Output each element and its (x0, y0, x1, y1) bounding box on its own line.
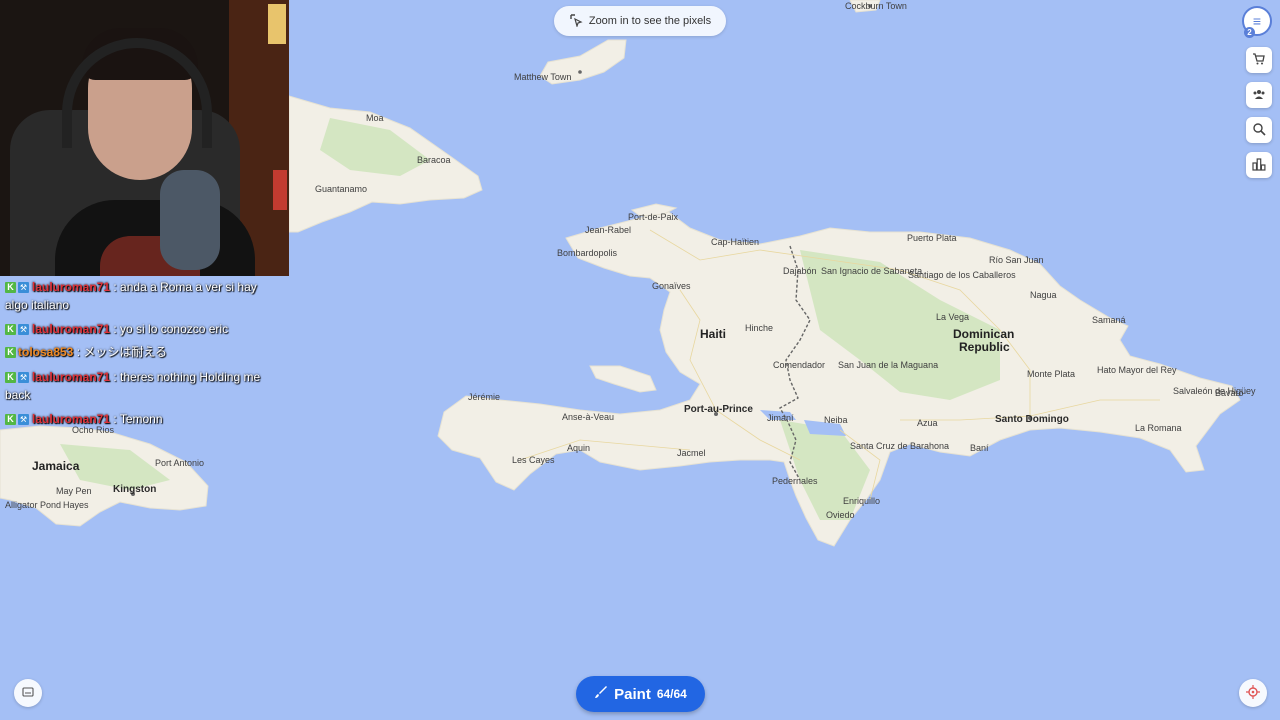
svg-text:Port Antonio: Port Antonio (155, 458, 204, 468)
svg-text:Aquin: Aquin (567, 443, 590, 453)
wrench-badge-icon: ⚒ (18, 324, 29, 336)
svg-text:Port-au-Prince: Port-au-Prince (684, 404, 753, 415)
keyboard-button[interactable] (14, 679, 42, 707)
svg-text:Monte Plata: Monte Plata (1027, 369, 1075, 379)
notification-badge: 2 (1244, 27, 1255, 38)
svg-text:Baní: Baní (970, 443, 989, 453)
chat-message: K ⚒ lauluroman71 : anda a Roma a ver si ha… (5, 278, 275, 314)
kick-badge-icon: K (5, 282, 16, 294)
svg-text:Azua: Azua (917, 418, 938, 428)
wrench-badge-icon: ⚒ (18, 372, 29, 384)
svg-text:San Juan de la Maguana: San Juan de la Maguana (838, 360, 938, 370)
svg-text:Hayes: Hayes (63, 500, 89, 510)
svg-text:Comendador: Comendador (773, 360, 825, 370)
svg-text:Guantanamo: Guantanamo (315, 184, 367, 194)
svg-text:Enriquillo: Enriquillo (843, 496, 880, 506)
search-button[interactable] (1246, 117, 1272, 143)
svg-text:May Pen: May Pen (56, 486, 92, 496)
chat-message: K ⚒ lauluroman71 : yo si lo conozco eric (5, 320, 275, 338)
kick-badge-icon: K (5, 372, 16, 384)
kick-badge-icon: K (5, 347, 16, 359)
svg-text:Río San Juan: Río San Juan (989, 255, 1044, 265)
wrench-badge-icon: ⚒ (18, 282, 29, 294)
locate-icon (1246, 684, 1260, 702)
svg-text:Baracoa: Baracoa (417, 155, 451, 165)
svg-text:La Vega: La Vega (936, 312, 969, 322)
cart-icon (1252, 52, 1266, 69)
svg-text:Jamaica: Jamaica (32, 459, 80, 473)
chat-username: lauluroman71 (32, 322, 111, 336)
paint-charges: 64/64 (656, 687, 687, 701)
chat-username: lauluroman71 (32, 280, 111, 294)
webcam-background-note (268, 4, 286, 44)
keyboard-icon (22, 686, 34, 701)
svg-text:Santo Domingo: Santo Domingo (995, 414, 1069, 425)
svg-text:La Romana: La Romana (1135, 423, 1182, 433)
webcam-background-object (273, 170, 287, 210)
svg-text:Hato Mayor del Rey: Hato Mayor del Rey (1097, 365, 1177, 375)
chat-username: lauluroman71 (32, 412, 111, 426)
svg-text:Bombardopolis: Bombardopolis (557, 248, 618, 258)
leaderboard-button[interactable] (1246, 152, 1272, 178)
kick-badge-icon: K (5, 324, 16, 336)
svg-text:Oviedo: Oviedo (826, 510, 855, 520)
kick-badge-icon: K (5, 414, 16, 426)
chat-username: tolosa853 (18, 345, 74, 359)
svg-text:Matthew Town: Matthew Town (514, 72, 571, 82)
alliance-button[interactable] (1246, 82, 1272, 108)
zoom-hint-text: Zoom in to see the pixels (588, 15, 712, 27)
svg-text:Puerto Plata: Puerto Plata (907, 233, 957, 243)
svg-text:Haiti: Haiti (700, 327, 726, 341)
brush-icon (594, 685, 608, 704)
chat-message: K ⚒ lauluroman71 : theres nothing Holding … (5, 368, 275, 404)
svg-text:Bávaro: Bávaro (1215, 388, 1244, 398)
zoom-pointer-icon (569, 13, 583, 30)
svg-text:Republic: Republic (959, 340, 1010, 354)
locate-button[interactable] (1239, 679, 1267, 707)
svg-text:Cockburn Town: Cockburn Town (845, 1, 907, 11)
svg-text:Les Cayes: Les Cayes (512, 455, 555, 465)
svg-text:Port-de-Paix: Port-de-Paix (628, 212, 679, 222)
svg-text:Anse-à-Veau: Anse-à-Veau (562, 412, 614, 422)
svg-text:Jérémie: Jérémie (468, 392, 500, 402)
zoom-hint-pill: Zoom in to see the pixels (554, 6, 726, 36)
svg-text:Hinche: Hinche (745, 323, 773, 333)
webcam-microphone (160, 170, 220, 270)
svg-text:Dajabón: Dajabón (783, 266, 817, 276)
svg-text:Kingston: Kingston (113, 484, 156, 495)
search-globe-icon (1252, 122, 1266, 139)
chat-text: : yo si lo conozco eric (113, 322, 229, 336)
svg-text:Jimaní: Jimaní (767, 413, 794, 423)
svg-text:Gonaïves: Gonaïves (652, 281, 691, 291)
svg-text:Dominican: Dominican (953, 327, 1014, 341)
svg-text:Moa: Moa (366, 113, 384, 123)
svg-text:Pedernales: Pedernales (772, 476, 818, 486)
paint-label: Paint (614, 685, 651, 703)
svg-text:Santiago de los Caballeros: Santiago de los Caballeros (908, 270, 1016, 280)
svg-text:Santa Cruz de Barahona: Santa Cruz de Barahona (850, 441, 949, 451)
svg-text:Cap-Haïtien: Cap-Haïtien (711, 237, 759, 247)
store-button[interactable] (1246, 47, 1272, 73)
svg-text:Jacmel: Jacmel (677, 448, 706, 458)
chat-message: Ktolosa853 : メッシは耐える (5, 343, 275, 361)
svg-text:Samaná: Samaná (1092, 315, 1126, 325)
svg-text:Alligator Pond: Alligator Pond (5, 500, 61, 510)
svg-text:Jean-Rabel: Jean-Rabel (585, 225, 631, 235)
svg-text:San Ignacio de Sabaneta: San Ignacio de Sabaneta (821, 266, 922, 276)
wrench-badge-icon: ⚒ (18, 414, 29, 426)
chat-username: lauluroman71 (32, 370, 111, 384)
svg-text:Neiba: Neiba (824, 415, 848, 425)
webcam-overlay (0, 0, 289, 276)
brand-logo-icon: ≡ (1252, 13, 1262, 29)
chat-message: K ⚒ lauluroman71 : Temonn (5, 410, 275, 428)
paint-button[interactable]: Paint 64/64 (576, 676, 705, 712)
chat-text: : Temonn (113, 412, 163, 426)
svg-text:Nagua: Nagua (1030, 290, 1057, 300)
users-icon (1252, 87, 1266, 104)
chat-text: : メッシは耐える (76, 345, 168, 359)
leaderboard-icon (1252, 157, 1266, 174)
